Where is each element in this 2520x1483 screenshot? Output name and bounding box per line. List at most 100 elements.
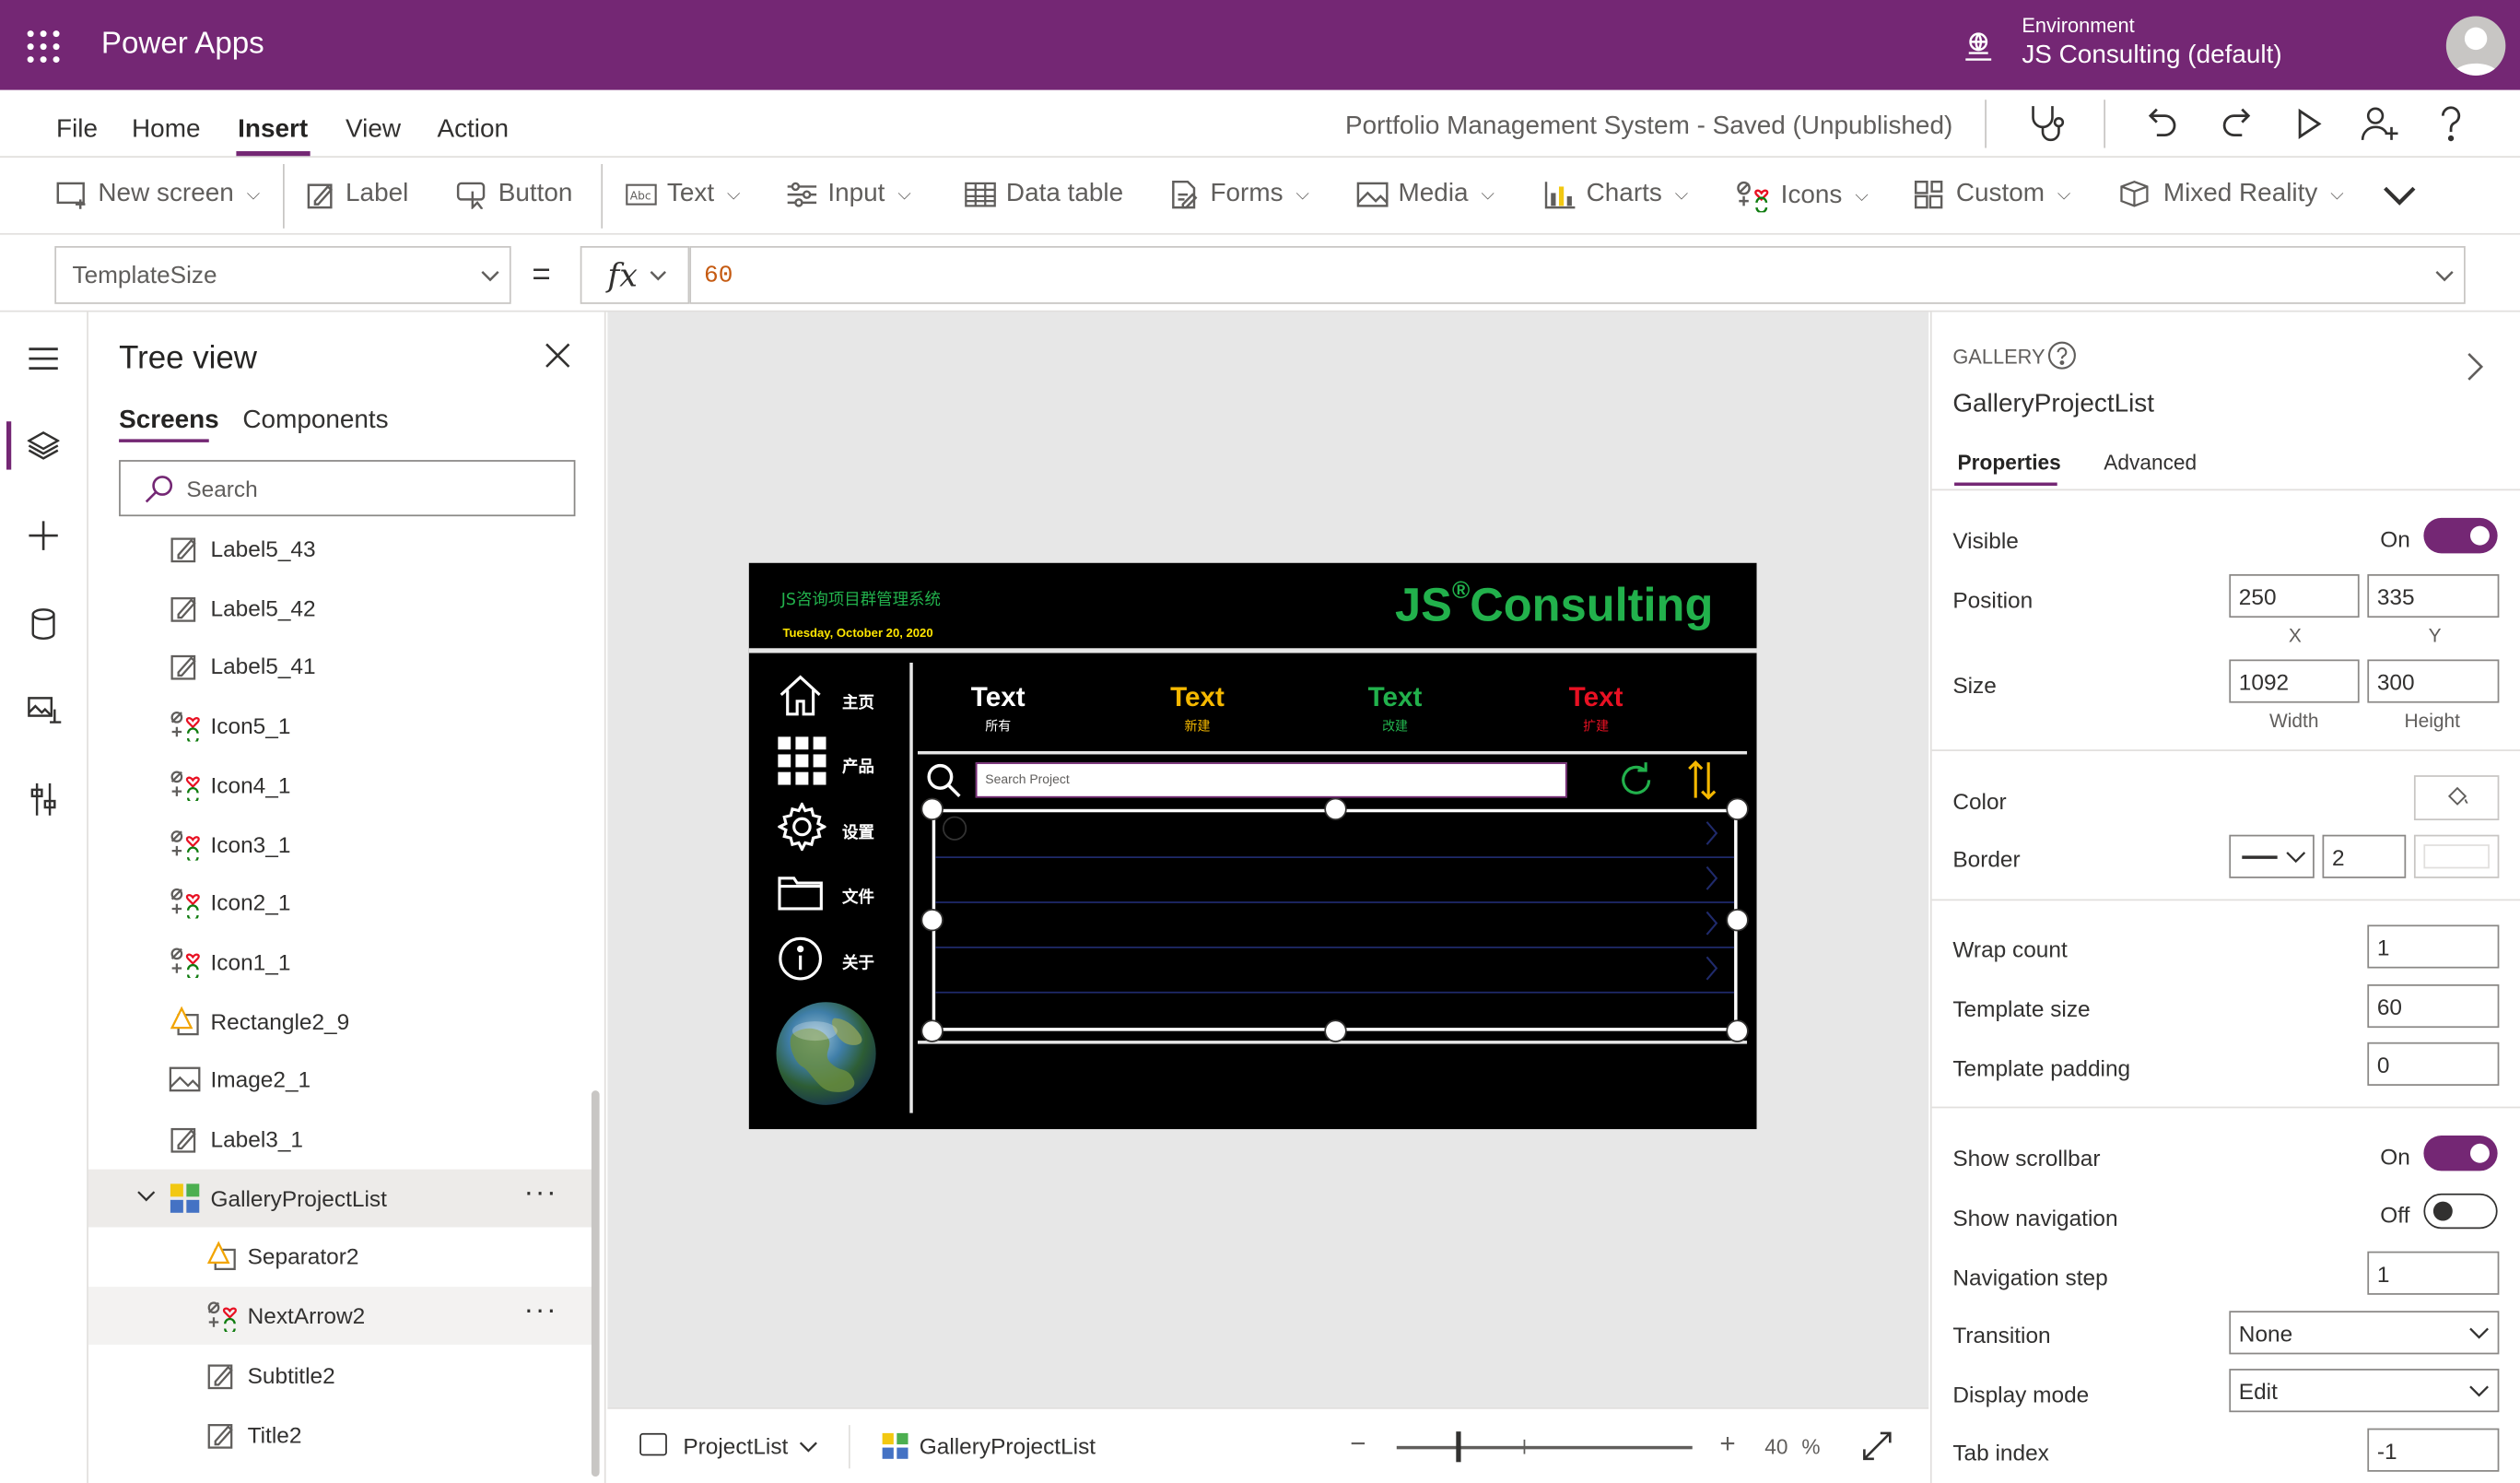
tree-item[interactable]: Icon5_1 bbox=[88, 697, 593, 755]
tree-item-gallery[interactable]: GalleryProjectList ··· bbox=[88, 1169, 593, 1227]
close-icon[interactable] bbox=[545, 343, 570, 369]
new-screen-button[interactable]: New screen ⌵ bbox=[56, 180, 260, 209]
property-dropdown[interactable]: TemplateSize bbox=[54, 246, 511, 304]
more-options-icon[interactable]: ··· bbox=[524, 1293, 558, 1327]
ribbon-expand-chevron-icon[interactable] bbox=[2382, 185, 2417, 207]
resize-handle[interactable] bbox=[920, 797, 944, 821]
tree-view-layers-icon[interactable] bbox=[27, 431, 60, 460]
screen-selector[interactable]: ProjectList bbox=[683, 1433, 788, 1459]
tree-item[interactable]: Image2_1 bbox=[88, 1051, 593, 1109]
tree-item[interactable]: Icon2_1 bbox=[88, 874, 593, 932]
menu-home[interactable]: Home bbox=[132, 116, 200, 145]
tree-scrollbar[interactable] bbox=[591, 1090, 600, 1477]
more-options-icon[interactable]: ··· bbox=[524, 1175, 558, 1209]
gallery-projectlist[interactable] bbox=[932, 808, 1738, 1031]
menu-view[interactable]: View bbox=[346, 116, 401, 145]
insert-forms-dropdown[interactable]: Forms ⌵ bbox=[1168, 180, 1309, 209]
insert-input-dropdown[interactable]: Input ⌵ bbox=[786, 180, 911, 208]
chevron-down-icon[interactable] bbox=[799, 1442, 818, 1453]
data-cylinder-icon[interactable] bbox=[30, 608, 56, 641]
category-tab[interactable]: Text 所有 bbox=[950, 682, 1047, 736]
app-checker-icon[interactable] bbox=[2028, 103, 2067, 145]
environment-icon[interactable] bbox=[1961, 30, 1996, 63]
category-tab[interactable]: Text 新建 bbox=[1149, 682, 1246, 736]
app-screen-projectlist[interactable]: JS咨询项目群管理系统 Tuesday, October 20, 2020 JS… bbox=[748, 562, 1757, 1130]
insert-plus-icon[interactable] bbox=[28, 520, 60, 552]
expand-formula-chevron-icon[interactable] bbox=[2435, 270, 2455, 283]
next-arrow-icon[interactable] bbox=[1705, 821, 1718, 981]
preview-play-icon[interactable] bbox=[2295, 108, 2324, 140]
nav-products-label[interactable]: 产品 bbox=[842, 753, 874, 777]
show-scrollbar-toggle[interactable] bbox=[2423, 1136, 2498, 1171]
selected-control-breadcrumb[interactable]: GalleryProjectList bbox=[920, 1433, 1096, 1459]
tab-index-input[interactable]: -1 bbox=[2367, 1428, 2500, 1472]
share-user-icon[interactable] bbox=[2361, 106, 2399, 141]
app-search-icon[interactable] bbox=[926, 762, 961, 798]
help-circle-icon[interactable] bbox=[2047, 341, 2076, 370]
border-style-dropdown[interactable] bbox=[2229, 834, 2315, 878]
resize-handle[interactable] bbox=[920, 1019, 944, 1042]
chevron-down-icon[interactable] bbox=[136, 1190, 156, 1203]
tab-components[interactable]: Components bbox=[242, 407, 388, 436]
environment-name[interactable]: JS Consulting (default) bbox=[2022, 41, 2281, 70]
width-input[interactable]: 1092 bbox=[2229, 659, 2360, 703]
zoom-slider-thumb[interactable] bbox=[1456, 1431, 1462, 1463]
nav-home-label[interactable]: 主页 bbox=[842, 689, 874, 712]
insert-icons-dropdown[interactable]: Icons ⌵ bbox=[1736, 180, 1869, 213]
hamburger-menu-icon[interactable] bbox=[28, 347, 60, 371]
tree-item[interactable]: Label5_43 bbox=[88, 520, 593, 578]
tree-search-input[interactable]: Search bbox=[119, 460, 576, 517]
tab-screens[interactable]: Screens bbox=[119, 407, 219, 436]
settings-gear-icon[interactable] bbox=[778, 802, 826, 852]
nav-about-label[interactable]: 关于 bbox=[842, 949, 874, 973]
insert-text-dropdown[interactable]: Abc Text ⌵ bbox=[626, 180, 741, 208]
tree-item[interactable]: Icon1_1 bbox=[88, 933, 593, 991]
tree-item[interactable]: Label3_1 bbox=[88, 1110, 593, 1168]
insert-mixed-reality-dropdown[interactable]: Mixed Reality ⌵ bbox=[2118, 180, 2344, 208]
insert-charts-dropdown[interactable]: Charts ⌵ bbox=[1544, 180, 1688, 209]
zoom-slider-track[interactable] bbox=[1396, 1445, 1693, 1450]
media-library-icon[interactable] bbox=[28, 695, 63, 727]
tree-item[interactable]: Subtitle2 bbox=[88, 1346, 593, 1404]
info-icon[interactable] bbox=[778, 936, 823, 982]
show-navigation-toggle[interactable] bbox=[2423, 1193, 2498, 1230]
sort-arrows-icon[interactable] bbox=[1688, 759, 1717, 801]
tab-properties[interactable]: Properties bbox=[1958, 451, 2061, 475]
visible-toggle[interactable] bbox=[2423, 517, 2498, 554]
products-grid-icon[interactable] bbox=[778, 736, 826, 785]
navigation-step-input[interactable]: 1 bbox=[2367, 1251, 2500, 1295]
redo-icon[interactable] bbox=[2220, 106, 2252, 141]
collapse-panel-chevron-icon[interactable] bbox=[2466, 350, 2485, 383]
tree-item[interactable]: Separator2 bbox=[88, 1228, 593, 1286]
insert-data-table-button[interactable]: Data table bbox=[965, 180, 1123, 208]
fit-to-window-icon[interactable] bbox=[1863, 1431, 1892, 1461]
tree-item[interactable]: Rectangle2_9 bbox=[88, 992, 593, 1050]
wrap-count-input[interactable]: 1 bbox=[2367, 924, 2500, 969]
position-y-input[interactable]: 335 bbox=[2367, 574, 2500, 618]
help-icon[interactable] bbox=[2436, 104, 2465, 143]
color-picker[interactable] bbox=[2413, 775, 2500, 821]
menu-action[interactable]: Action bbox=[437, 116, 509, 145]
height-input[interactable]: 300 bbox=[2367, 659, 2500, 703]
category-tab[interactable]: Text 扩建 bbox=[1548, 682, 1645, 736]
tree-item[interactable]: Label5_42 bbox=[88, 579, 593, 637]
avatar[interactable] bbox=[2445, 16, 2506, 77]
nav-files-label[interactable]: 文件 bbox=[842, 883, 874, 907]
search-project-input[interactable]: Search Project bbox=[975, 762, 1567, 798]
template-padding-input[interactable]: 0 bbox=[2367, 1042, 2500, 1086]
insert-button-button[interactable]: Button bbox=[456, 180, 572, 209]
insert-custom-dropdown[interactable]: Custom ⌵ bbox=[1914, 180, 2070, 209]
zoom-out-button[interactable]: − bbox=[1350, 1429, 1365, 1461]
template-size-input[interactable]: 60 bbox=[2367, 984, 2500, 1029]
tree-item[interactable]: NextArrow2 ··· bbox=[88, 1287, 593, 1346]
app-name[interactable]: Power Apps bbox=[101, 28, 264, 63]
folder-icon[interactable] bbox=[778, 874, 823, 912]
border-width-input[interactable]: 2 bbox=[2322, 834, 2407, 878]
tab-advanced[interactable]: Advanced bbox=[2104, 451, 2197, 475]
undo-icon[interactable] bbox=[2147, 106, 2179, 141]
resize-handle[interactable] bbox=[1726, 797, 1749, 821]
menu-insert[interactable]: Insert bbox=[238, 116, 308, 145]
tree-item[interactable]: Icon4_1 bbox=[88, 756, 593, 814]
formula-input[interactable]: 60 bbox=[689, 246, 2466, 304]
transition-dropdown[interactable]: None bbox=[2229, 1311, 2500, 1355]
